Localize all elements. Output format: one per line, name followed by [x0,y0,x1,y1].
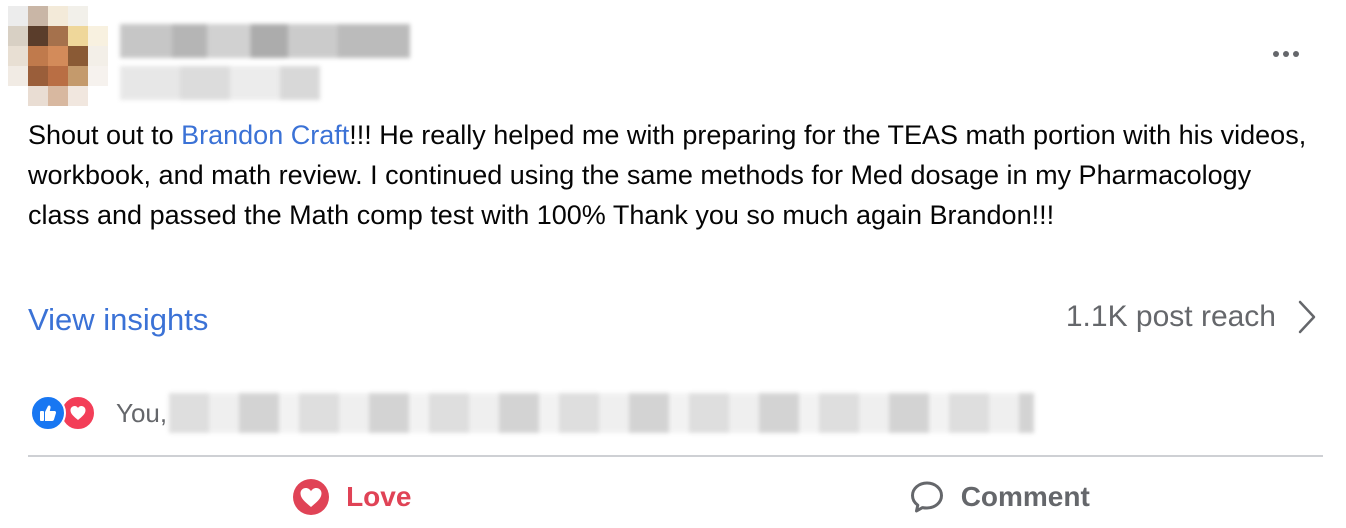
post-reach-button[interactable]: 1.1K post reach [1066,300,1316,334]
chevron-right-icon [1298,300,1316,334]
comment-label: Comment [960,481,1090,512]
view-insights-link[interactable]: View insights [28,302,208,338]
reactor-names-redacted [169,393,1035,433]
dot-icon [1283,51,1289,57]
dot-icon [1293,51,1299,57]
post-body: Shout out to Brandon Craft!!! He really … [28,115,1318,235]
divider [28,455,1323,457]
action-bar: Love Comment [28,468,1323,526]
avatar[interactable] [8,6,108,106]
more-options-button[interactable] [1262,36,1310,72]
love-label: Love [346,481,412,512]
post-header [0,0,1346,110]
mention-link[interactable]: Brandon Craft [181,120,349,150]
dot-icon [1273,51,1279,57]
reactions-summary[interactable]: You, [30,393,1035,433]
like-icon [30,395,66,431]
comment-icon [910,481,943,513]
reactors-prefix: You, [116,397,168,428]
comment-button[interactable]: Comment [676,468,1324,526]
love-icon [293,479,330,515]
post-reach-label: 1.1K post reach [1065,300,1276,333]
post-text-start: Shout out to [28,120,182,150]
author-name-redacted[interactable] [120,24,410,58]
post-meta-redacted [120,66,320,100]
love-button[interactable]: Love [28,468,676,526]
